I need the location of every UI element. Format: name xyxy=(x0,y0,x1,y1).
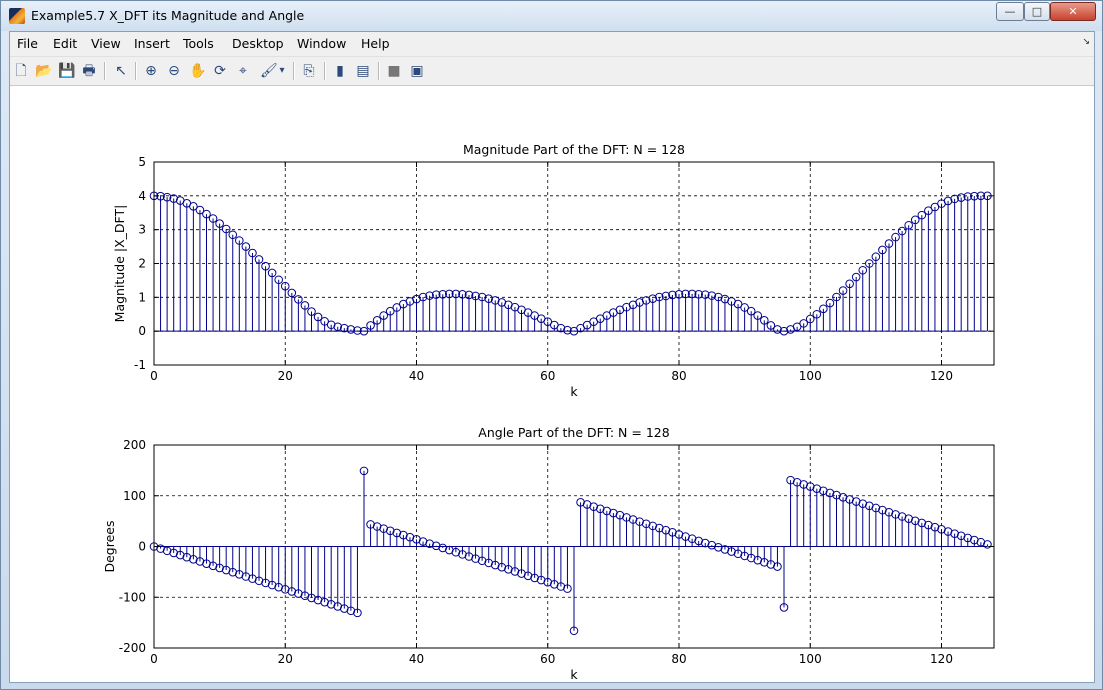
chart-0-y-axis-label: Magnitude |X_DFT| xyxy=(112,205,127,323)
chart-0-y-tick-label: 2 xyxy=(138,257,146,271)
menu-window[interactable]: Window xyxy=(297,36,346,51)
link-plot-icon[interactable]: ⎘ xyxy=(301,63,317,79)
figure-window: Example5.7 X_DFT its Magnitude and Angle… xyxy=(0,0,1103,690)
matlab-icon xyxy=(9,8,25,24)
chart-1-y-tick-label: 100 xyxy=(123,489,146,503)
toolbar-separator xyxy=(378,62,380,80)
chart-1-title: Angle Part of the DFT: N = 128 xyxy=(478,425,669,440)
chart-1-y-tick-label: 200 xyxy=(123,438,146,452)
close-button[interactable]: ✕ xyxy=(1050,2,1096,21)
rotate-3d-icon[interactable]: ⟳ xyxy=(212,63,228,79)
menu-bar: File Edit View Insert Tools Desktop Wind… xyxy=(10,32,1094,55)
chart-0-y-tick-label: 1 xyxy=(138,290,146,304)
legend-icon[interactable]: ▤ xyxy=(355,63,371,79)
menu-help[interactable]: Help xyxy=(361,36,390,51)
chart-1-x-tick-label: 0 xyxy=(150,652,158,666)
toolbar-separator xyxy=(324,62,326,80)
figure-toolbar: 🗋 📂 💾 🖶 ↖ ⊕ ⊖ ✋ ⟳ ⌖ 🖌 ▾ ⎘ ▮ ▤ ■ ▣ xyxy=(10,56,1094,86)
colorbar-icon[interactable]: ▮ xyxy=(332,63,348,79)
zoom-out-icon[interactable]: ⊖ xyxy=(166,63,182,79)
chart-1-x-tick-label: 120 xyxy=(930,652,953,666)
pan-hand-icon[interactable]: ✋ xyxy=(189,63,206,79)
brush-icon[interactable]: 🖌 xyxy=(260,63,278,79)
title-bar[interactable]: Example5.7 X_DFT its Magnitude and Angle… xyxy=(1,1,1102,31)
brush-dropdown-icon[interactable]: ▾ xyxy=(277,63,287,79)
chart-0-y-tick-label: 4 xyxy=(138,189,146,203)
hide-plot-tools-icon[interactable]: ■ xyxy=(386,63,402,79)
new-figure-icon[interactable]: 🗋 xyxy=(13,63,29,79)
chart-1-x-tick-label: 20 xyxy=(278,652,293,666)
maximize-button[interactable]: □ xyxy=(1024,2,1050,21)
toolbar-separator xyxy=(293,62,295,80)
chart-0-y-tick-label: 0 xyxy=(138,324,146,338)
chart-1-x-tick-label: 100 xyxy=(799,652,822,666)
save-icon[interactable]: 💾 xyxy=(58,63,75,79)
show-plot-tools-icon[interactable]: ▣ xyxy=(409,63,425,79)
figure-client-area: File Edit View Insert Tools Desktop Wind… xyxy=(9,31,1095,683)
chart-0-x-tick-label: 0 xyxy=(150,369,158,383)
menu-edit[interactable]: Edit xyxy=(53,36,77,51)
figure-canvas: 0 20 40 60 80 100 120 -1 0 1 2 3 4 5 Magnitude Part of… xyxy=(10,86,1094,682)
toolbar-separator xyxy=(135,62,137,80)
chart-0-x-tick-label: 80 xyxy=(671,369,686,383)
chart-1-y-tick-label: 0 xyxy=(138,540,146,554)
plots-svg: 0 20 40 60 80 100 120 -1 0 1 2 3 4 5 Magnitude Part of… xyxy=(102,142,995,682)
toolbar-separator xyxy=(104,62,106,80)
menu-file[interactable]: File xyxy=(17,36,38,51)
menu-desktop[interactable]: Desktop xyxy=(232,36,284,51)
chart-1-x-tick-label: 40 xyxy=(409,652,424,666)
chart-0-y-tick-label: 5 xyxy=(138,155,146,169)
minimize-button[interactable]: — xyxy=(996,2,1024,21)
chart-1-y-axis-label: Degrees xyxy=(102,520,117,572)
chart-1-x-axis-label: k xyxy=(570,667,578,682)
chart-1-x-tick-label: 80 xyxy=(671,652,686,666)
chart-0-y-tick-label: -1 xyxy=(134,358,146,372)
menu-tools[interactable]: Tools xyxy=(183,36,214,51)
chart-1-y-tick-label: -200 xyxy=(119,641,146,655)
chart-0-y-tick-label: 3 xyxy=(138,223,146,237)
chart-0-x-tick-label: 120 xyxy=(930,369,953,383)
open-file-icon[interactable]: 📂 xyxy=(35,63,52,79)
pointer-icon[interactable]: ↖ xyxy=(113,63,129,79)
zoom-in-icon[interactable]: ⊕ xyxy=(143,63,159,79)
chart-0-x-tick-label: 40 xyxy=(409,369,424,383)
chart-0-x-tick-label: 100 xyxy=(799,369,822,383)
chart-0-x-tick-label: 60 xyxy=(540,369,555,383)
window-title: Example5.7 X_DFT its Magnitude and Angle xyxy=(31,8,305,23)
chart-0-x-axis-label: k xyxy=(570,384,578,399)
chart-1-y-tick-label: -100 xyxy=(119,590,146,604)
menu-view[interactable]: View xyxy=(91,36,121,51)
menu-insert[interactable]: Insert xyxy=(134,36,170,51)
chart-0-title: Magnitude Part of the DFT: N = 128 xyxy=(463,142,685,157)
print-icon[interactable]: 🖶 xyxy=(81,63,97,79)
menu-dock-arrow-icon[interactable]: ↘ xyxy=(1082,37,1090,47)
data-cursor-icon[interactable]: ⌖ xyxy=(235,63,251,79)
chart-0-x-tick-label: 20 xyxy=(278,369,293,383)
chart-1-x-tick-label: 60 xyxy=(540,652,555,666)
